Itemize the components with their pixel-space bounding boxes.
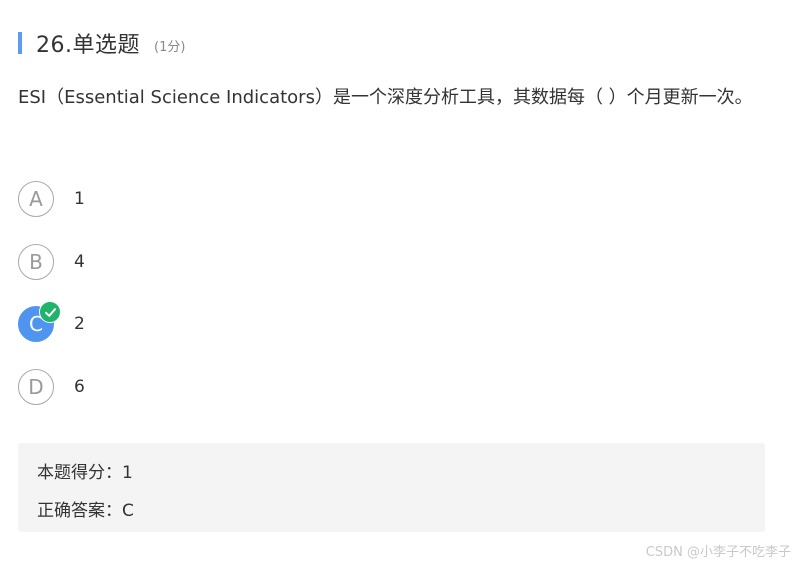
checkmark-icon xyxy=(44,307,56,317)
question-title: 26.单选题 xyxy=(36,33,140,58)
correct-answer: 正确答案：C xyxy=(37,501,134,521)
option-text[interactable]: 1 xyxy=(74,189,85,209)
option-b[interactable]: B 4 xyxy=(18,243,85,281)
question-page: 26.单选题 (1分) ESI（Essential Science Indica… xyxy=(0,0,799,565)
option-letter: B xyxy=(29,249,43,274)
option-text[interactable]: 6 xyxy=(74,377,85,397)
option-letter: A xyxy=(29,187,43,211)
option-list: A 1 B 4 C 2 D 6 xyxy=(18,180,85,430)
option-text[interactable]: 4 xyxy=(74,252,85,272)
accent-bar xyxy=(18,32,22,54)
question-text: ESI（Essential Science Indicators）是一个深度分析… xyxy=(18,87,753,108)
question-header: 26.单选题 (1分) xyxy=(18,28,185,58)
watermark: CSDN @小李子不吃李子 xyxy=(645,545,791,560)
score-result: 本题得分：1 xyxy=(37,463,133,483)
result-panel: 本题得分：1 正确答案：C xyxy=(18,443,765,532)
option-a[interactable]: A 1 xyxy=(18,180,85,218)
option-text[interactable]: 2 xyxy=(74,314,85,334)
option-letter-circle-selected[interactable]: C xyxy=(18,301,61,342)
option-c[interactable]: C 2 xyxy=(18,301,85,343)
option-letter: D xyxy=(28,374,44,399)
option-letter-circle[interactable]: A xyxy=(18,181,54,217)
option-d[interactable]: D 6 xyxy=(18,368,85,406)
check-circle-icon xyxy=(39,301,61,323)
question-score: (1分) xyxy=(154,40,186,55)
option-letter-circle[interactable]: D xyxy=(18,368,54,405)
option-letter-circle[interactable]: B xyxy=(18,243,54,280)
